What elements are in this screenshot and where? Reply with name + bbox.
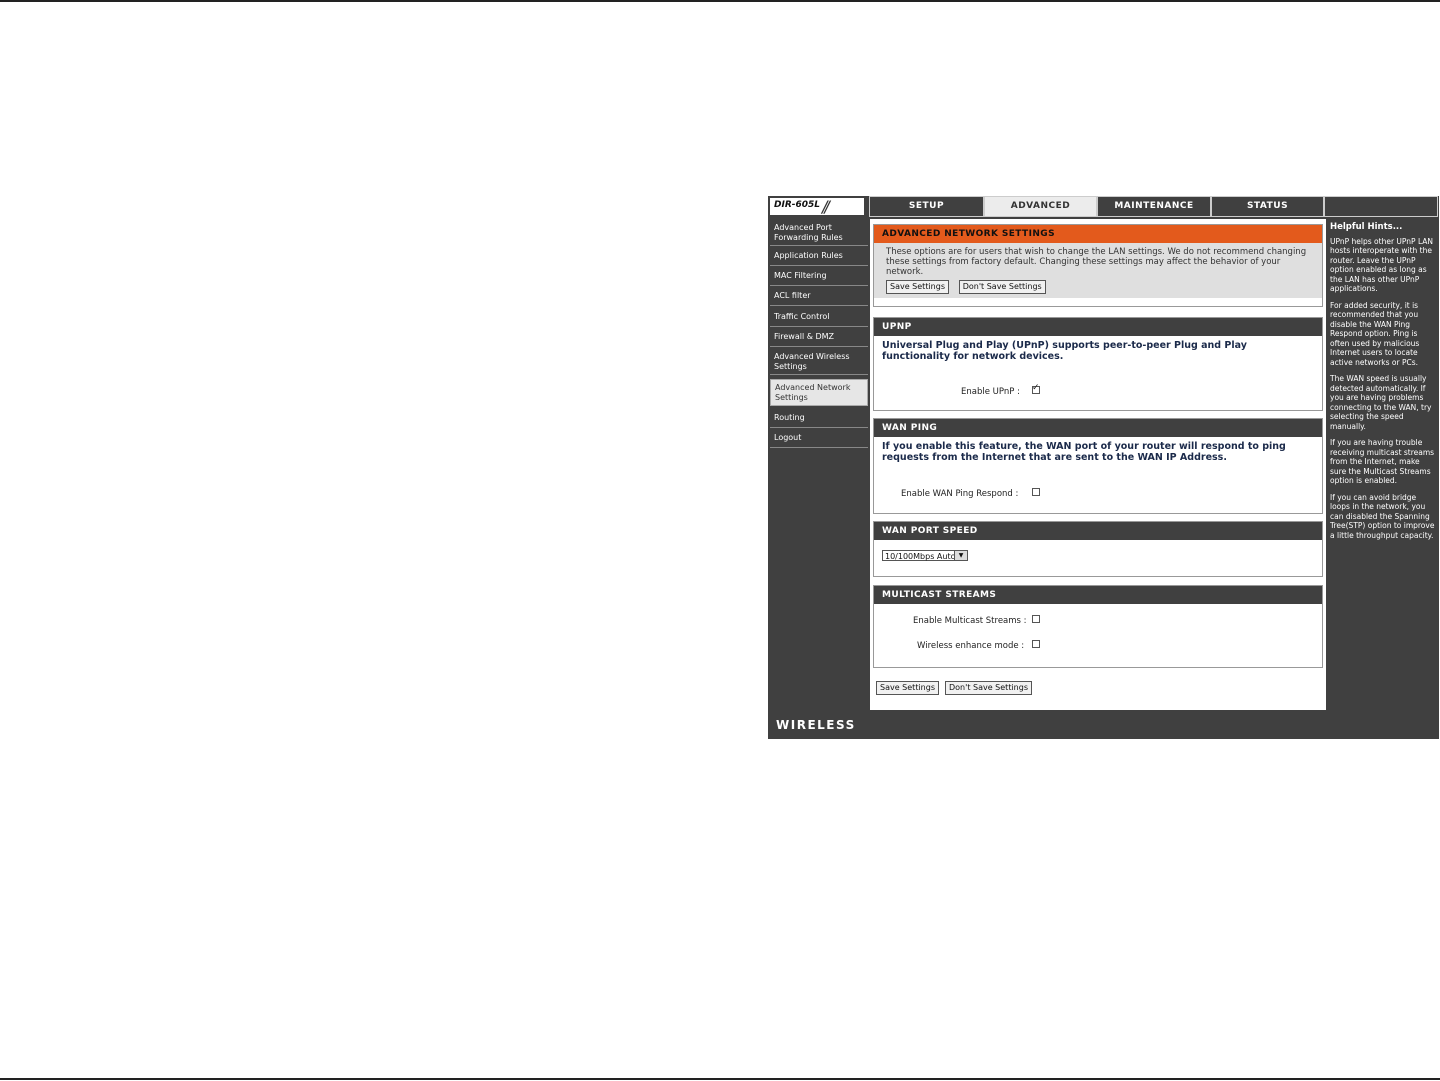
hint-wan-ping: For added security, it is recommended th… xyxy=(1330,300,1420,367)
upnp-enable-checkbox[interactable] xyxy=(1032,383,1040,394)
logo-slashes-icon: // xyxy=(822,197,830,216)
sidebar-item-firewall-dmz[interactable]: Firewall & DMZ xyxy=(770,329,868,347)
hint-stp: If you can avoid bridge loops in the net… xyxy=(1330,492,1435,540)
page-bottom-rule xyxy=(0,1078,1440,1080)
sidebar-item-acl-filter[interactable]: ACL filter xyxy=(770,288,868,306)
sidebar-item-advanced-network[interactable]: Advanced Network Settings xyxy=(770,379,868,406)
intro-section: ADVANCED NETWORK SETTINGS These options … xyxy=(873,224,1323,307)
sidebar-item-mac-filtering[interactable]: MAC Filtering xyxy=(770,268,868,286)
wan-port-speed-title: WAN PORT SPEED xyxy=(874,522,1322,540)
multicast-section: MULTICAST STREAMS Enable Multicast Strea… xyxy=(873,585,1323,668)
hints-title: Helpful Hints... xyxy=(1330,222,1403,232)
dont-save-settings-button-top[interactable]: Don't Save Settings xyxy=(958,280,1046,294)
sidebar-item-advanced-wireless[interactable]: Advanced Wireless Settings xyxy=(770,349,868,375)
upnp-enable-label: Enable UPnP : xyxy=(961,387,1020,397)
tab-status[interactable]: STATUS xyxy=(1211,196,1324,217)
sidebar-item-traffic-control[interactable]: Traffic Control xyxy=(770,309,868,327)
dont-save-settings-button-bottom[interactable]: Don't Save Settings xyxy=(945,681,1032,695)
tab-maintenance[interactable]: MAINTENANCE xyxy=(1097,196,1211,217)
tab-blank xyxy=(1324,196,1438,217)
save-settings-button-top[interactable]: Save Settings xyxy=(886,280,949,294)
wan-ping-enable-label: Enable WAN Ping Respond : xyxy=(901,489,1019,499)
footer-brand: WIRELESS xyxy=(776,718,856,732)
upnp-title: UPNP xyxy=(874,318,1322,336)
sidebar-item-application-rules[interactable]: Application Rules xyxy=(770,248,868,266)
wan-port-speed-select[interactable]: 10/100Mbps Auto ▼ xyxy=(882,550,968,561)
multicast-enable-checkbox[interactable] xyxy=(1032,615,1040,623)
page-top-rule xyxy=(0,0,1440,2)
hint-wan-speed: The WAN speed is usually detected automa… xyxy=(1330,374,1432,431)
main-content: ADVANCED NETWORK SETTINGS These options … xyxy=(870,219,1326,710)
page-title: ADVANCED NETWORK SETTINGS xyxy=(874,225,1322,243)
tab-setup[interactable]: SETUP xyxy=(869,196,984,217)
footer-bar: WIRELESS xyxy=(768,712,1439,739)
upnp-section: UPNP Universal Plug and Play (UPnP) supp… xyxy=(873,317,1323,411)
chevron-down-icon: ▼ xyxy=(954,551,967,560)
wireless-enhance-checkbox[interactable] xyxy=(1032,640,1040,648)
intro-text: These options are for users that wish to… xyxy=(886,247,1307,277)
multicast-title: MULTICAST STREAMS xyxy=(874,586,1322,604)
wan-ping-description: If you enable this feature, the WAN port… xyxy=(882,441,1286,463)
multicast-enable-label: Enable Multicast Streams : xyxy=(913,616,1027,626)
model-name: DIR-605L xyxy=(774,200,821,210)
intro-body: These options are for users that wish to… xyxy=(874,243,1322,298)
hint-upnp: UPnP helps other UPnP LAN hosts interope… xyxy=(1330,236,1434,294)
sidebar-item-routing[interactable]: Routing xyxy=(770,410,868,428)
wan-ping-section: WAN PING If you enable this feature, the… xyxy=(873,418,1323,514)
wan-ping-title: WAN PING xyxy=(874,419,1322,437)
wan-port-speed-section: WAN PORT SPEED 10/100Mbps Auto ▼ xyxy=(873,521,1323,577)
save-settings-button-bottom[interactable]: Save Settings xyxy=(876,681,939,695)
wan-ping-enable-checkbox[interactable] xyxy=(1032,488,1040,496)
model-logo: DIR-605L // xyxy=(770,197,864,216)
tab-advanced[interactable]: ADVANCED xyxy=(984,196,1097,217)
top-navigation-bar: DIR-605L // SETUP ADVANCED MAINTENANCE S… xyxy=(768,196,1439,217)
wireless-enhance-label: Wireless enhance mode : xyxy=(917,641,1025,651)
helpful-hints-panel: Helpful Hints... UPnP helps other UPnP L… xyxy=(1328,219,1439,710)
router-admin-panel: DIR-605L // SETUP ADVANCED MAINTENANCE S… xyxy=(768,196,1439,739)
sidebar-item-port-forwarding[interactable]: Advanced Port Forwarding Rules xyxy=(770,220,868,246)
hint-multicast: If you are having trouble receiving mult… xyxy=(1330,438,1435,485)
upnp-description: Universal Plug and Play (UPnP) supports … xyxy=(882,340,1247,362)
sidebar-item-logout[interactable]: Logout xyxy=(770,430,868,448)
wan-port-speed-value: 10/100Mbps Auto xyxy=(885,552,956,561)
